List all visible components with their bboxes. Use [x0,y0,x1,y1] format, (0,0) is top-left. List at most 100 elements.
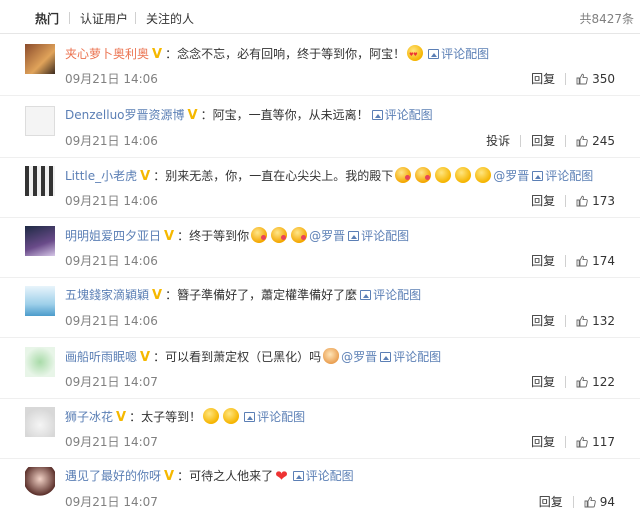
comment-time: 09月21日 14:06 [65,254,158,268]
comment-time: 09月21日 14:07 [65,495,158,509]
username-link[interactable]: 狮子冰花 [65,410,113,424]
kiss-emoji-icon [271,227,288,243]
like-count: 245 [592,134,615,148]
vip-badge-icon: V [164,229,175,244]
avatar[interactable] [25,106,55,136]
tab-following[interactable]: 关注的人 [146,10,194,27]
comment-picture-link[interactable]: 评论配图 [393,350,441,364]
avatar[interactable] [25,286,55,316]
reply-button[interactable]: 回复 [531,435,555,449]
smile-emoji-icon [455,167,472,183]
like-count: 174 [592,254,615,268]
picture-icon [292,471,304,481]
username-link[interactable]: 遇见了最好的你呀 [65,469,161,483]
comment-text: ：太子等到！ [129,410,202,424]
tab-verified-users[interactable]: 认证用户 [80,10,128,27]
comment-text: ：念念不忘，必有回响，终于等到你，阿宝！ [165,47,406,61]
comment-picture-link[interactable]: 评论配图 [257,410,305,424]
comment-text: ：可以看到萧定权（已黑化）吗 [153,350,322,364]
mention-link[interactable]: @罗晋 [341,350,377,364]
reply-button[interactable]: 回复 [531,314,555,328]
comment-picture-link[interactable]: 评论配图 [441,47,489,61]
vip-badge-icon: V [140,350,151,365]
username-link[interactable]: 五塊錢家滴穎穎 [65,288,149,302]
thumbs-up-icon [576,255,588,267]
comment-item: 画船听雨眠嗯 V ：可以看到萧定权（已黑化）吗 @罗晋 评论配图 09月21日 14:07… [0,338,640,399]
comment-picture-link[interactable]: 评论配图 [361,229,409,243]
vip-badge-icon: V [152,47,163,62]
comment-item: 狮子冰花 V ：太子等到！ 评论配图 09月21日 14:07 回复 117 [0,398,640,459]
like-button[interactable]: 245 [576,134,615,148]
comment-picture-link[interactable]: 评论配图 [385,108,433,122]
action-divider [520,135,522,147]
kiss-emoji-icon [415,167,432,183]
username-link[interactable]: 画船听雨眠嗯 [65,350,137,364]
smile-emoji-icon [475,167,492,183]
thumbs-up-icon [576,436,588,448]
comment-line: 夹心萝卜奥利奥V：念念不忘，必有回响，终于等到你，阿宝！ 评论配图 [65,45,489,63]
like-button[interactable]: 117 [576,435,615,449]
avatar[interactable] [25,467,55,497]
picture-icon [380,352,392,362]
like-count: 350 [592,72,615,86]
comment-tabs: 热门 认证用户 关注的人 共8427条 [0,0,640,34]
like-button[interactable]: 174 [576,254,615,268]
like-button[interactable]: 122 [576,375,615,389]
comment-picture-link[interactable]: 评论配图 [545,169,593,183]
comment-picture-link[interactable]: 评论配图 [373,288,421,302]
like-count: 117 [592,435,615,449]
reply-button[interactable]: 回复 [531,134,555,148]
reply-button[interactable]: 回复 [531,375,555,389]
comment-time: 09月21日 14:06 [65,72,158,86]
username-link[interactable]: 夹心萝卜奥利奥 [65,47,149,61]
kiss-emoji-icon [291,227,308,243]
comment-line: 画船听雨眠嗯 V ：可以看到萧定权（已黑化）吗 @罗晋 评论配图 [65,348,441,366]
picture-icon [244,412,256,422]
action-divider [565,436,567,448]
picture-icon [371,110,383,120]
username-link[interactable]: 明明姐爱四夕亚日 [65,229,161,243]
like-button[interactable]: 350 [576,72,615,86]
reply-button[interactable]: 回复 [539,495,563,509]
picture-icon [428,49,440,59]
report-button[interactable]: 投诉 [486,134,510,148]
comment-picture-link[interactable]: 评论配图 [306,469,354,483]
comment-item: Denzelluo罗晋资源博 V ：阿宝，一直等你，从未远离！ 评论配图 09月21日 … [0,97,640,158]
username-link[interactable]: Little_小老虎 [65,169,137,183]
picture-icon [360,290,372,300]
like-count: 173 [592,194,615,208]
vip-badge-icon: V [116,410,127,425]
comment-line: Little_小老虎 V ：别来无恙，你，一直在心尖尖上。我的殿下 @罗晋 评论配图 [65,167,593,185]
avatar[interactable] [25,407,55,437]
avatar[interactable] [25,226,55,256]
picture-icon [532,171,544,181]
username-link[interactable]: Denzelluo罗晋资源博 [65,108,185,122]
like-button[interactable]: 94 [584,495,615,509]
smile-emoji-icon [435,167,452,183]
like-button[interactable]: 173 [576,194,615,208]
reply-button[interactable]: 回复 [531,254,555,268]
comment-item: 夹心萝卜奥利奥V：念念不忘，必有回响，终于等到你，阿宝！ 评论配图 09月21日 1… [0,35,640,96]
reply-button[interactable]: 回复 [531,194,555,208]
comment-text: ：簪子準備好了，蕭定權準備好了麼 [165,288,358,302]
thumbs-up-icon [576,135,588,147]
like-count: 132 [592,314,615,328]
tab-hot[interactable]: 热门 [35,10,59,27]
mention-link[interactable]: @罗晋 [309,229,345,243]
comment-actions: 回复 122 [531,373,615,390]
avatar[interactable] [25,166,55,196]
comment-line: 遇见了最好的你呀 V ：可待之人他来了 ❤ 评论配图 [65,468,354,485]
mention-link[interactable]: @罗晋 [493,169,529,183]
thumbs-up-icon [576,73,588,85]
comment-item: 遇见了最好的你呀 V ：可待之人他来了 ❤ 评论配图 09月21日 14:07 回复 94 [0,458,640,511]
avatar[interactable] [25,44,55,74]
kiss-emoji-icon [395,167,412,183]
comment-time: 09月21日 14:06 [65,194,158,208]
avatar[interactable] [25,347,55,377]
reply-button[interactable]: 回复 [531,72,555,86]
vip-badge-icon: V [187,108,198,123]
like-button[interactable]: 132 [576,314,615,328]
comment-actions: 回复 132 [531,312,615,329]
comment-line: Denzelluo罗晋资源博 V ：阿宝，一直等你，从未远离！ 评论配图 [65,107,433,124]
action-divider [565,255,567,267]
